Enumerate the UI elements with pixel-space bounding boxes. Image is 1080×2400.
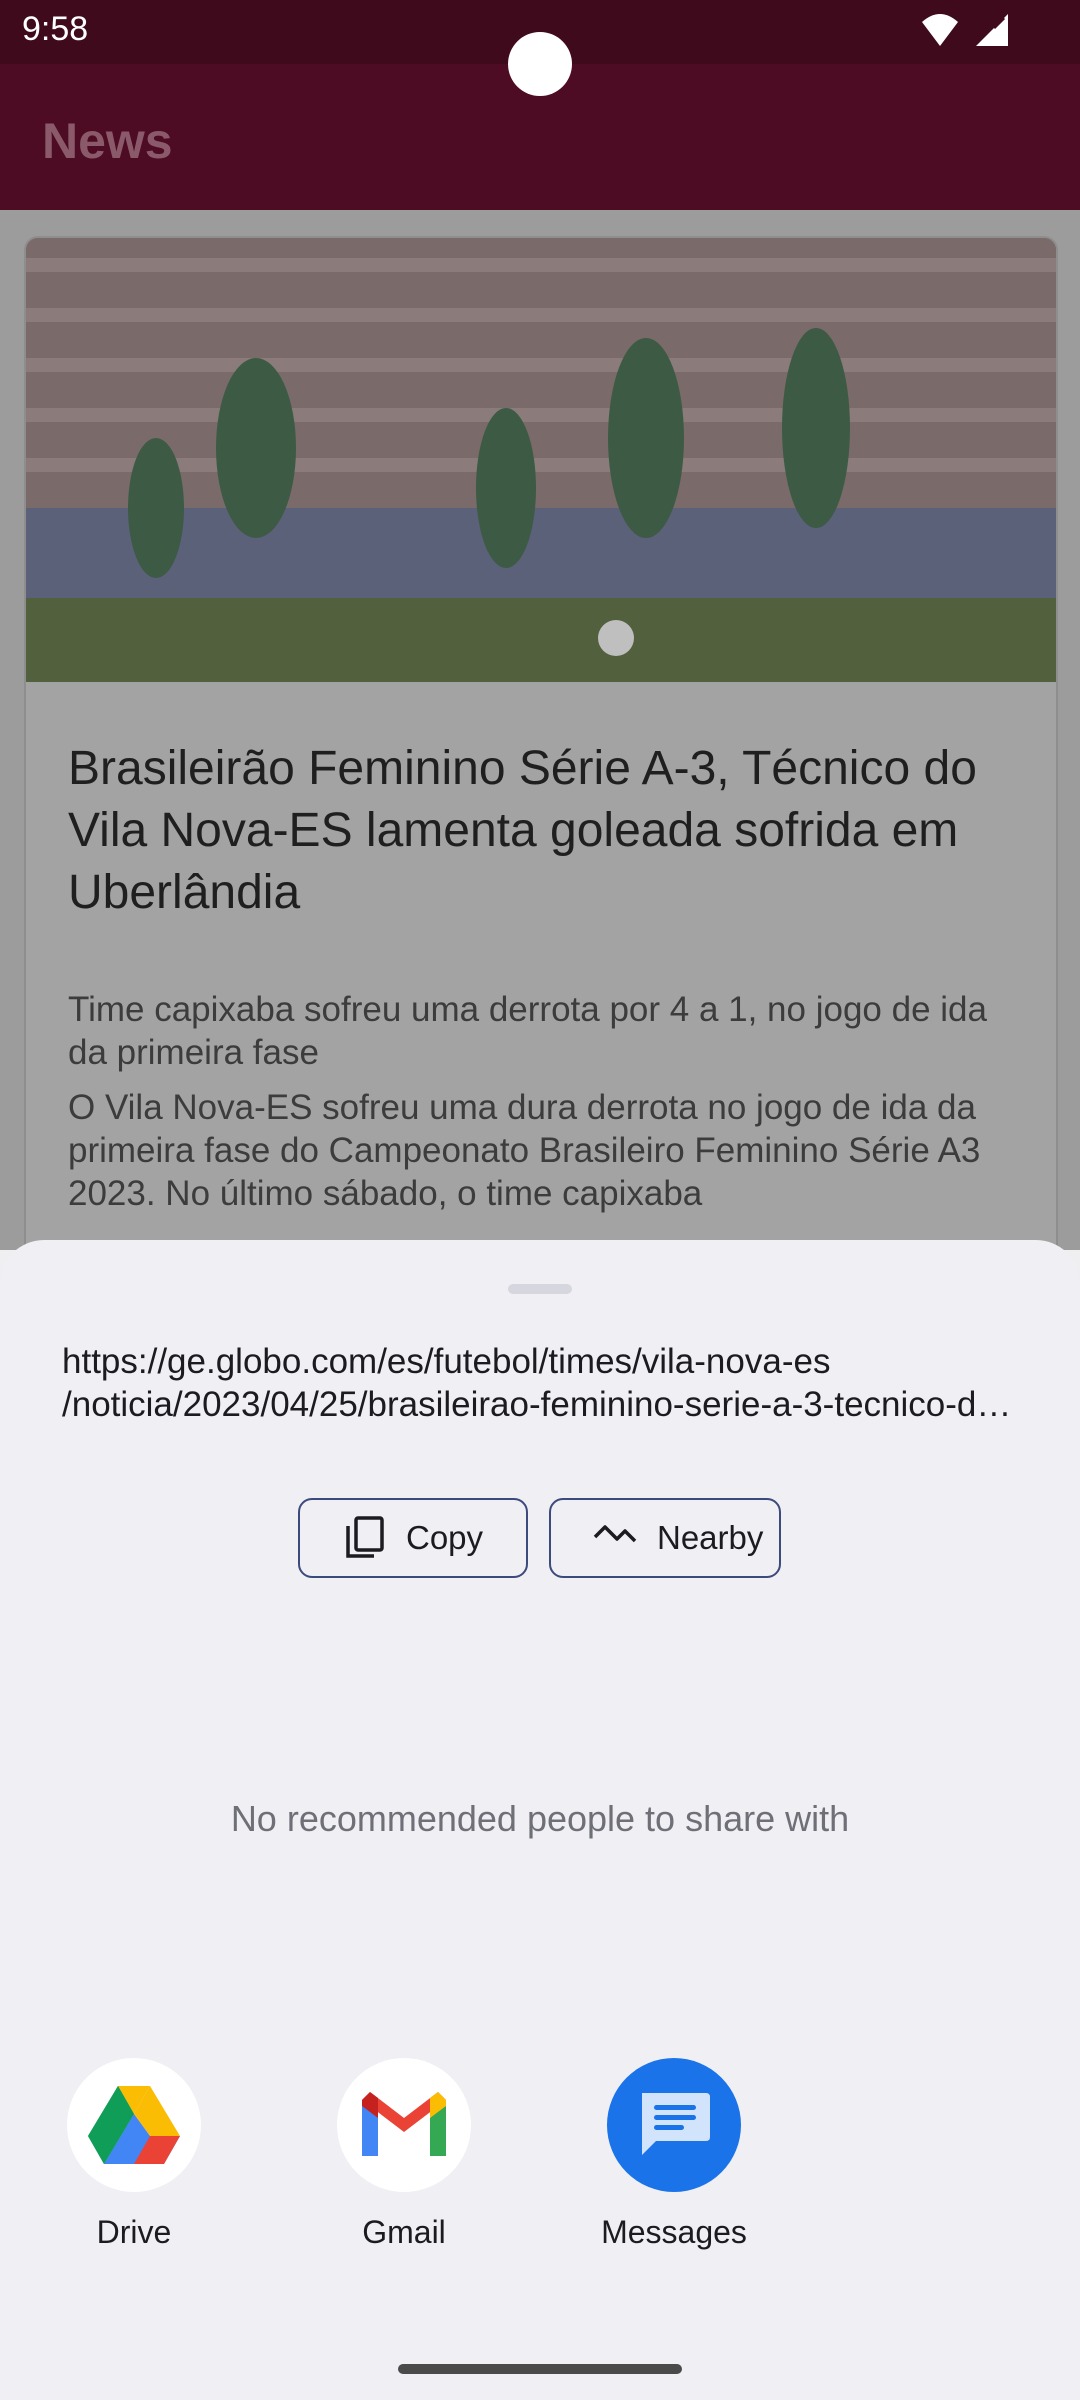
messages-label: Messages (601, 2214, 747, 2250)
nearby-label: Nearby (657, 1519, 764, 1556)
drive-icon (67, 2058, 201, 2192)
cellular-signal-icon (976, 14, 1008, 46)
share-url: https://ge.globo.com/es/futebol/times/vi… (62, 1340, 1022, 1426)
copy-button[interactable]: Copy (298, 1498, 528, 1578)
share-url-line-2: /noticia/2023/04/25/brasileirao-feminino… (62, 1385, 1022, 1424)
article-body: O Vila Nova-ES sofreu uma dura derrota n… (68, 1088, 981, 1213)
share-url-line-1: https://ge.globo.com/es/futebol/times/vi… (62, 1342, 831, 1381)
gmail-label: Gmail (362, 2214, 446, 2250)
wifi-icon (922, 14, 958, 46)
copy-icon (336, 1510, 392, 1566)
share-target-gmail[interactable]: Gmail (304, 2058, 504, 2251)
news-content: Brasileirão Feminino Série A-3, Técnico … (0, 210, 1080, 1250)
copy-label: Copy (406, 1519, 484, 1556)
nearby-button[interactable]: Nearby (549, 1498, 781, 1578)
share-sheet: https://ge.globo.com/es/futebol/times/vi… (0, 1240, 1080, 2400)
camera-cutout (508, 32, 572, 96)
article-subtitle: Time capixaba sofreu uma derrota por 4 a… (68, 990, 987, 1072)
no-recommendations-text: No recommended people to share with (230, 1798, 850, 1839)
news-card[interactable]: Brasileirão Feminino Série A-3, Técnico … (24, 236, 1058, 1250)
app-title: News (42, 113, 173, 169)
messages-icon (607, 2058, 741, 2192)
status-time: 9:58 (22, 10, 89, 48)
nearby-share-icon (587, 1510, 643, 1566)
article-title: Brasileirão Feminino Série A-3, Técnico … (68, 742, 977, 919)
home-indicator[interactable] (398, 2364, 682, 2374)
share-target-messages[interactable]: Messages (574, 2058, 774, 2251)
drag-handle[interactable] (508, 1284, 572, 1294)
news-image (26, 238, 1056, 682)
drive-label: Drive (96, 2214, 172, 2250)
gmail-icon (337, 2058, 471, 2192)
share-target-drive[interactable]: Drive (34, 2058, 234, 2251)
football-players-illustration (26, 238, 1056, 682)
status-icons (920, 12, 1010, 48)
